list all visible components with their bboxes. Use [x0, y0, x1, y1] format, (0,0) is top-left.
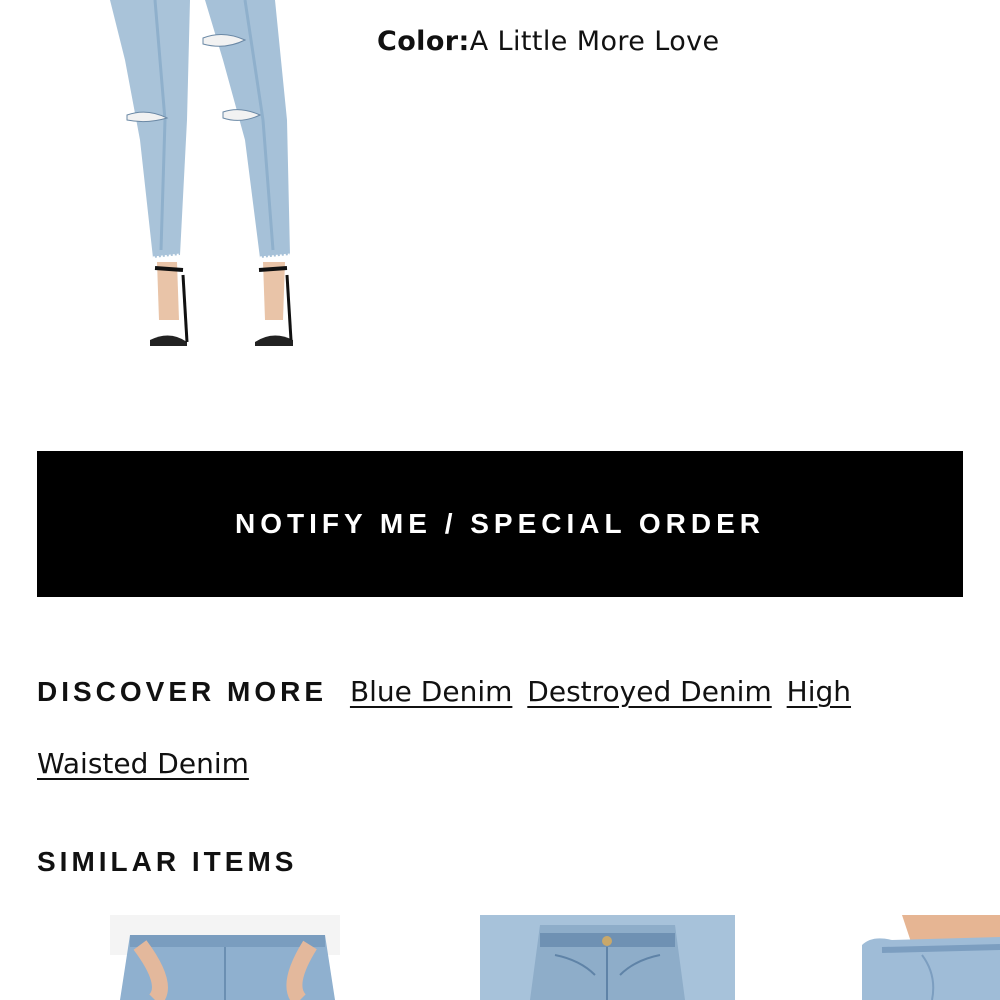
similar-item-image[interactable]	[862, 915, 1000, 1000]
discover-link-destroyed-denim[interactable]: Destroyed Denim	[527, 675, 771, 708]
similar-item-image[interactable]	[110, 915, 340, 1000]
product-color: Color:A Little More Love	[377, 26, 720, 57]
discover-link-blue-denim[interactable]: Blue Denim	[350, 675, 512, 708]
color-value: A Little More Love	[469, 26, 720, 57]
discover-more-heading: DISCOVER MORE	[37, 676, 328, 707]
notify-me-button[interactable]: NOTIFY ME / SPECIAL ORDER	[37, 451, 963, 597]
discover-more-section: DISCOVER MORE Blue Denim Destroyed Denim…	[37, 656, 967, 800]
similar-item-image[interactable]	[480, 915, 735, 1000]
similar-items-heading: SIMILAR ITEMS	[37, 846, 298, 877]
product-image[interactable]	[95, 0, 310, 360]
color-label: Color:	[377, 26, 470, 57]
